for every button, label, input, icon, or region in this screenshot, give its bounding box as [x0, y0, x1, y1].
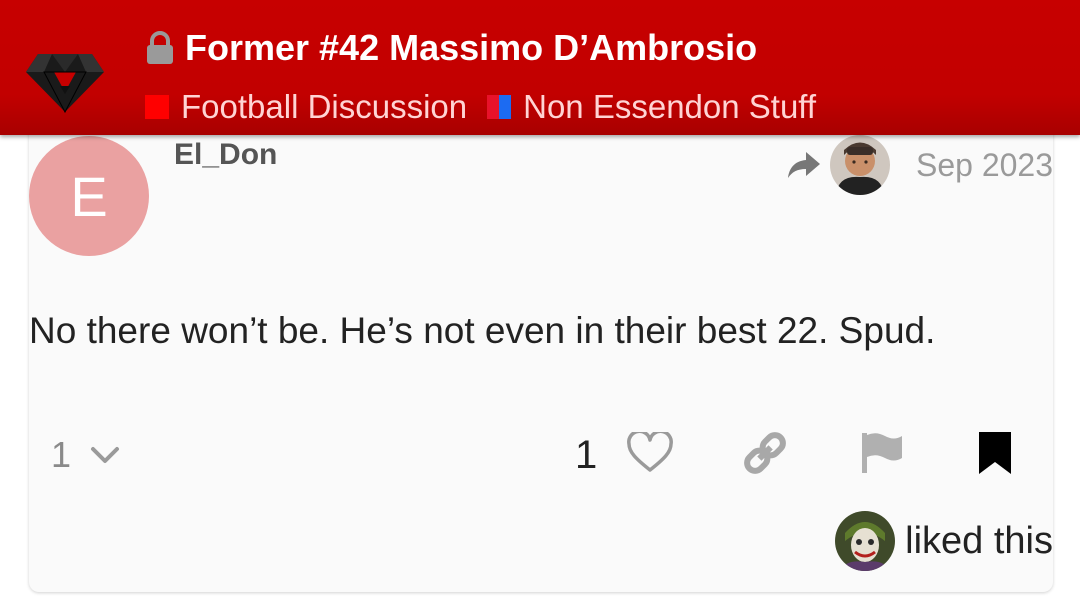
show-replies-button[interactable]: 1: [51, 430, 121, 480]
category-color-badge: [145, 95, 169, 119]
chevron-down-icon: [89, 445, 121, 465]
bookmark-button[interactable]: [967, 428, 1023, 482]
likers-row: liked this: [835, 510, 1053, 572]
lock-icon: [145, 31, 175, 65]
topic-header: Former #42 Massimo D’Ambrosio Football D…: [0, 0, 1080, 135]
avatar[interactable]: E: [29, 136, 149, 256]
flag-icon: [858, 430, 904, 481]
copy-link-button[interactable]: [737, 428, 793, 482]
liker-avatar[interactable]: [835, 511, 896, 571]
link-icon: [741, 429, 789, 482]
post-meta: Sep 2023: [786, 134, 1053, 196]
bookmark-icon: [977, 430, 1013, 481]
post-username[interactable]: El_Don: [174, 138, 277, 172]
like-button[interactable]: [622, 428, 678, 482]
category-label: Football Discussion: [181, 88, 468, 125]
category-label: Non Essendon Stuff: [523, 88, 817, 125]
category-color-badge: [487, 95, 512, 119]
essendon-diamond-logo-icon[interactable]: [24, 42, 106, 114]
post-card: E El_Don Sep 2023 No there won’t be. He’…: [29, 120, 1053, 592]
flag-button[interactable]: [853, 428, 909, 482]
post-body: No there won’t be. He’s not even in thei…: [29, 310, 936, 351]
category-breadcrumb: Football Discussion Non Essendon Stuff: [145, 86, 836, 128]
share-arrow-icon[interactable]: [786, 150, 822, 180]
replies-count: 1: [51, 434, 72, 475]
category-football-discussion[interactable]: Football Discussion: [145, 88, 467, 126]
reply-to-avatar[interactable]: [829, 135, 890, 195]
topic-title[interactable]: Former #42 Massimo D’Ambrosio: [185, 27, 757, 69]
post-date[interactable]: Sep 2023: [916, 147, 1053, 184]
like-count[interactable]: 1: [575, 430, 597, 480]
heart-icon: [626, 429, 674, 479]
liked-this-text: liked this: [905, 519, 1053, 562]
avatar-letter: E: [70, 164, 108, 228]
topic-title-row: Former #42 Massimo D’Ambrosio: [145, 26, 757, 70]
category-non-essendon-stuff[interactable]: Non Essendon Stuff: [487, 88, 816, 126]
